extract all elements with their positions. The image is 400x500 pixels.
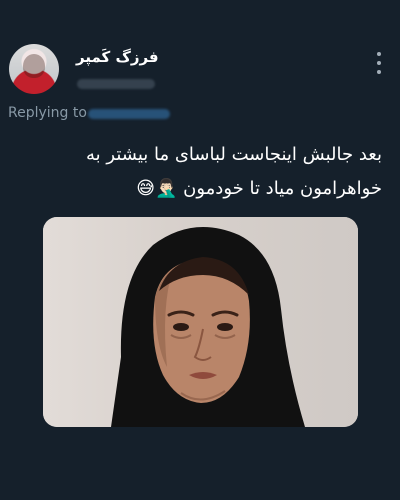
dot bbox=[377, 70, 381, 74]
display-name[interactable]: فرزگ کَمپر bbox=[76, 48, 159, 66]
replying-to-label: Replying to bbox=[8, 105, 87, 121]
dot bbox=[377, 61, 381, 65]
tweet-text-line-2: خواهرامون میاد تا خودمون 🤦🏻‍♂️😅 bbox=[136, 178, 382, 199]
avatar[interactable] bbox=[9, 44, 59, 94]
dot bbox=[377, 52, 381, 56]
username-blurred[interactable] bbox=[77, 79, 155, 89]
portrait-illustration bbox=[111, 227, 305, 427]
reply-to-handle-blurred[interactable] bbox=[88, 109, 170, 119]
more-vertical-icon[interactable] bbox=[374, 52, 384, 74]
tweet-card[interactable]: فرزگ کَمپر Replying to بعد جالبش اینجاست… bbox=[0, 0, 400, 500]
tweet-text-line-1: بعد جالبش اینجاست لباسای ما بیشتر به bbox=[86, 144, 382, 165]
tweet-text: بعد جالبش اینجاست لباسای ما بیشتر به خوا… bbox=[22, 138, 382, 206]
tweet-image[interactable] bbox=[43, 217, 358, 427]
